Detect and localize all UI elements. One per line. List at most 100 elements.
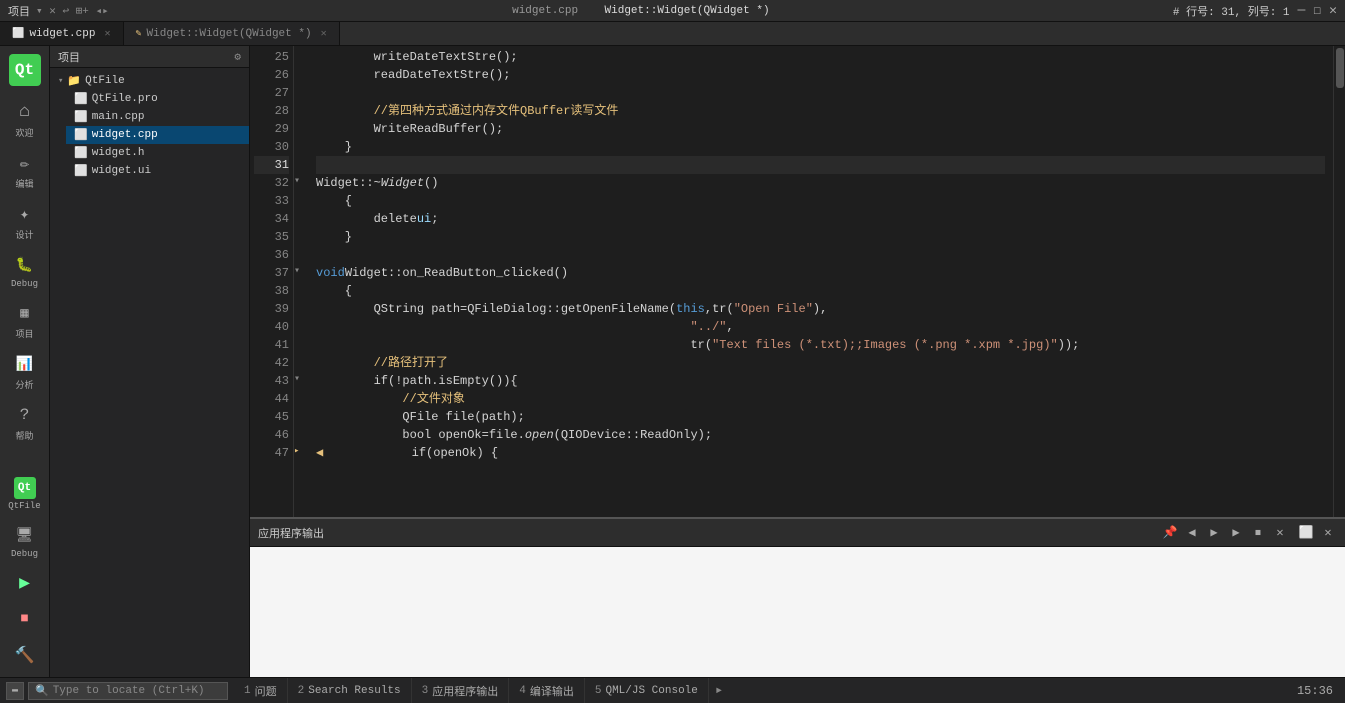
- fold-47[interactable]: ▸: [294, 442, 308, 460]
- sidebar-item-build-stop[interactable]: ⏹: [3, 601, 47, 637]
- ln-37: 37: [254, 264, 289, 282]
- output-btn-maximize[interactable]: ⬜: [1297, 524, 1315, 542]
- fold-39: [294, 298, 308, 316]
- tab-num-2: 2: [298, 685, 305, 697]
- bottom-tab-search[interactable]: 2 Search Results: [288, 678, 412, 703]
- main-cpp-icon: ⬜: [74, 110, 88, 124]
- code-line-26: readDateTextStre();: [316, 66, 1325, 84]
- fold-29: [294, 118, 308, 136]
- output-btn-prev[interactable]: ◀: [1183, 524, 1201, 542]
- search-box[interactable]: 🔍 Type to locate (Ctrl+K): [28, 682, 228, 700]
- sidebar-item-qtfile[interactable]: Qt QtFile: [3, 471, 47, 517]
- tree-item-pro[interactable]: ⬜ QtFile.pro: [66, 90, 249, 108]
- time-display: 15:36: [1285, 678, 1345, 703]
- bottom-tab-issues[interactable]: 1 问题: [234, 678, 288, 703]
- sidebar-item-design[interactable]: ✦ 设计: [3, 196, 47, 247]
- tab-close-widget-cpp[interactable]: ✕: [104, 28, 110, 40]
- fold-45: [294, 406, 308, 424]
- bottom-tab-more[interactable]: ▸: [709, 678, 729, 703]
- output-content: [250, 547, 1345, 677]
- editor-scrollbar[interactable]: [1333, 46, 1345, 517]
- output-btn-pin[interactable]: 📌: [1161, 524, 1179, 542]
- ln-35: 35: [254, 228, 289, 246]
- bottom-tab-qml-console[interactable]: 5 QML/JS Console: [585, 678, 709, 703]
- bottom-tab-label-compile-output: 编译输出: [530, 683, 574, 699]
- project-panel: 项目 ⚙ ▾ 📁 QtFile ⬜ QtFile.pro ⬜: [50, 46, 250, 677]
- sidebar-item-help[interactable]: ? 帮助: [3, 397, 47, 448]
- code-line-35: }: [316, 228, 1325, 246]
- qt-logo[interactable]: Qt: [9, 54, 41, 86]
- root-folder-icon: 📁: [67, 74, 81, 88]
- panel-toolbar[interactable]: ⚙: [234, 50, 241, 64]
- fold-32[interactable]: ▾: [294, 172, 308, 190]
- code-line-36: [316, 246, 1325, 264]
- panel-title: 项目: [58, 49, 80, 65]
- pro-file-icon: ⬜: [74, 92, 88, 106]
- output-btn-play[interactable]: ▶: [1227, 524, 1245, 542]
- fold-36: [294, 244, 308, 262]
- bottom-tab-app-output[interactable]: 3 应用程序输出: [412, 678, 510, 703]
- code-line-45: QFile file(path);: [316, 408, 1325, 426]
- fold-37[interactable]: ▾: [294, 262, 308, 280]
- build-stop-icon: ⏹: [13, 607, 37, 631]
- code-content[interactable]: writeDateTextStre(); readDateTextStre();…: [308, 46, 1333, 517]
- output-btn-close-panel[interactable]: ✕: [1271, 524, 1289, 542]
- scrollbar-thumb[interactable]: [1336, 48, 1344, 88]
- sidebar-item-welcome[interactable]: ⌂ 欢迎: [3, 94, 47, 145]
- ln-32: 32: [254, 174, 289, 192]
- code-line-37: void Widget::on_ReadButton_clicked(): [316, 264, 1325, 282]
- sidebar-item-analyze[interactable]: 📊 分析: [3, 346, 47, 397]
- file-name-widget-cpp: widget.cpp: [92, 129, 158, 141]
- ln-30: 30: [254, 138, 289, 156]
- bottom-tab-label-qml-console: QML/JS Console: [605, 685, 697, 697]
- tab-close-constructor[interactable]: ✕: [321, 28, 327, 40]
- bottom-panel-toggle[interactable]: ▬: [6, 682, 24, 700]
- sidebar-item-edit[interactable]: ✏ 编辑: [3, 145, 47, 196]
- tab-bar-spacer: [340, 22, 1345, 45]
- help-icon: ?: [13, 403, 37, 427]
- time-label: 15:36: [1297, 684, 1333, 698]
- panel-toggle-icon: ▬: [12, 685, 18, 696]
- win-minimize[interactable]: ─: [1298, 3, 1306, 18]
- output-close[interactable]: ✕: [1319, 524, 1337, 542]
- debug-icon: 🐛: [13, 253, 37, 277]
- code-line-46: bool openOk=file.open(QIODevice::ReadOnl…: [316, 426, 1325, 444]
- tab-widget-cpp[interactable]: ⬜ widget.cpp ✕: [0, 22, 124, 45]
- win-maximize[interactable]: ☐: [1313, 3, 1321, 18]
- sidebar-item-debug[interactable]: 🐛 Debug: [3, 247, 47, 295]
- fold-43[interactable]: ▾: [294, 370, 308, 388]
- line-col-info: # 行号: 31, 列号: 1: [1173, 3, 1290, 19]
- output-btn-next[interactable]: ▶: [1205, 524, 1223, 542]
- sidebar-item-hammer[interactable]: 🔨: [3, 637, 47, 673]
- output-toolbar: 应用程序输出 📌 ◀ ▶ ▶ ⏹ ✕ ⬜ ✕: [250, 519, 1345, 547]
- ln-27: 27: [254, 84, 289, 102]
- ln-40: 40: [254, 318, 289, 336]
- tab-label-widget-cpp: widget.cpp: [29, 28, 95, 40]
- app-container: 项目 ▾ ✕ ↩ ⊞+ ◂▸ widget.cpp Widget::Widget…: [0, 0, 1345, 703]
- tree-item-widget-cpp[interactable]: ⬜ widget.cpp: [66, 126, 249, 144]
- ln-34: 34: [254, 210, 289, 228]
- fold-31: [294, 154, 308, 172]
- fold-41: [294, 334, 308, 352]
- tab-widget-constructor[interactable]: ✎ Widget::Widget(QWidget *) ✕: [124, 22, 340, 45]
- title-bar: 项目 ▾ ✕ ↩ ⊞+ ◂▸ widget.cpp Widget::Widget…: [0, 0, 1345, 22]
- tree-item-widget-ui[interactable]: ⬜ widget.ui: [66, 162, 249, 180]
- design-icon: ✦: [13, 202, 37, 226]
- bottom-tab-compile-output[interactable]: 4 编译输出: [509, 678, 585, 703]
- fold-46: [294, 424, 308, 442]
- tree-root[interactable]: ▾ 📁 QtFile: [50, 72, 249, 90]
- code-line-43: if(!path.isEmpty()){: [316, 372, 1325, 390]
- tree-item-widget-h[interactable]: ⬜ widget.h: [66, 144, 249, 162]
- sidebar-item-debug2[interactable]: 🖥 Debug: [3, 517, 47, 565]
- tree-item-main-cpp[interactable]: ⬜ main.cpp: [66, 108, 249, 126]
- sidebar-item-project[interactable]: ▦ 项目: [3, 295, 47, 346]
- win-close[interactable]: ✕: [1329, 3, 1337, 18]
- file-name-widget-h: widget.h: [92, 147, 145, 159]
- code-line-28: //第四种方式通过内存文件QBuffer读写文件: [316, 102, 1325, 120]
- output-btn-stop[interactable]: ⏹: [1249, 524, 1267, 542]
- ln-39: 39: [254, 300, 289, 318]
- bottom-tab-bar: ▬ 🔍 Type to locate (Ctrl+K) 1 问题 2 Searc…: [0, 677, 1345, 703]
- editor: 25 26 27 28 29 30 31 32 33 34 35 36 37 3…: [250, 46, 1345, 517]
- fold-26: [294, 64, 308, 82]
- sidebar-item-run[interactable]: ▶: [3, 565, 47, 601]
